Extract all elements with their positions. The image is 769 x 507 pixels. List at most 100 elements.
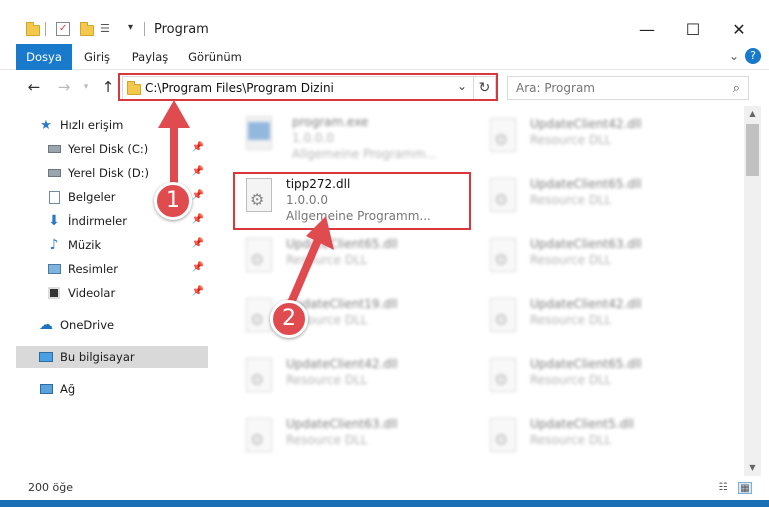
network-icon (38, 382, 54, 396)
sidebar-item-onedrive[interactable]: ☁ OneDrive (38, 314, 208, 336)
address-bar[interactable]: C:\Program Files\Program Dizini ⌄ (122, 76, 474, 100)
gear-icon: ⚙ (494, 250, 509, 269)
tab-giris[interactable]: Giriş (76, 44, 118, 70)
file-name: UpdateClient65.dll (530, 357, 642, 371)
new-folder-icon[interactable] (80, 22, 94, 36)
file-name: UpdateClient63.dll (530, 237, 642, 251)
pin-icon: 📌 (191, 238, 204, 249)
up-button[interactable]: ↑ (98, 77, 118, 97)
file-description: Resource DLL (530, 433, 612, 447)
tiles-view-icon[interactable]: ▦ (738, 482, 752, 494)
help-icon[interactable]: ? (745, 48, 761, 64)
tab-gorunum[interactable]: Görünüm (184, 44, 246, 70)
file-name: UpdateClient42.dll (530, 117, 642, 131)
folder-icon[interactable] (26, 22, 40, 36)
step-badge-1: 1 (154, 182, 192, 220)
maximize-button[interactable]: ☐ (670, 14, 716, 44)
pin-icon: 📌 (191, 286, 204, 297)
gear-icon: ⚙ (494, 130, 509, 149)
ribbon: Dosya Giriş Paylaş Görünüm ⌄ ? (0, 44, 769, 70)
file-item[interactable]: ⚙ UpdateClient63.dll Resource DLL (236, 412, 468, 470)
drive-icon (46, 142, 62, 156)
documents-icon (46, 190, 62, 204)
dll-file-icon: ⚙ (486, 238, 520, 282)
sidebar-item-quick-access[interactable]: ★ Hızlı erişim (38, 114, 208, 136)
file-description: Resource DLL (530, 373, 612, 387)
file-item[interactable]: ⚙ UpdateClient65.dll Resource DLL (480, 172, 712, 230)
address-folder-icon (127, 81, 141, 95)
back-button[interactable]: ← (24, 77, 44, 97)
gear-icon: ⚙ (250, 310, 265, 329)
quick-access-dropdown-icon[interactable]: ▾ (128, 22, 133, 40)
file-item[interactable]: ⚙ UpdateClient65.dll Resource DLL (236, 232, 468, 290)
vertical-scrollbar[interactable]: ▲ ▼ (744, 106, 761, 476)
tab-dosya[interactable]: Dosya (16, 44, 72, 70)
computer-icon (38, 350, 54, 364)
file-description: Resource DLL (530, 133, 612, 147)
navigation-pane: ★ Hızlı erişim Yerel Disk (C:) 📌 Yerel D… (0, 106, 212, 476)
sidebar-item-label: Hızlı erişim (60, 118, 124, 132)
gear-icon: ⚙ (250, 430, 265, 449)
gear-icon: ⚙ (250, 370, 265, 389)
sidebar-item-label: Müzik (68, 238, 102, 252)
file-description: Resource DLL (530, 313, 612, 327)
cloud-icon: ☁ (39, 317, 53, 333)
forward-button[interactable]: → (54, 77, 74, 97)
dll-file-icon: ⚙ (242, 238, 276, 282)
sidebar-item-pictures[interactable]: Resimler 📌 (46, 258, 208, 280)
file-name: UpdateClient42.dll (286, 357, 398, 371)
search-input[interactable] (508, 77, 728, 99)
ribbon-expand-icon[interactable]: ⌄ (729, 49, 739, 63)
pin-icon: 📌 (191, 142, 204, 153)
details-view-icon[interactable]: ☷ (716, 482, 730, 494)
pictures-icon (46, 262, 62, 276)
file-item[interactable]: ⚙ UpdateClient63.dll Resource DLL (480, 232, 712, 290)
recent-dropdown-icon[interactable]: ▾ (76, 77, 96, 97)
file-item[interactable]: ⚙ UpdateClient42.dll Resource DLL (480, 112, 712, 170)
scroll-up-icon[interactable]: ▲ (744, 106, 761, 122)
scroll-thumb[interactable] (746, 124, 759, 176)
address-path: C:\Program Files\Program Dizini (145, 81, 334, 95)
address-dropdown-icon[interactable]: ⌄ (457, 79, 467, 93)
sidebar-item-music[interactable]: ♪ Müzik 📌 (46, 234, 208, 256)
sidebar-item-label: Belgeler (68, 190, 116, 204)
refresh-button[interactable]: ↻ (474, 76, 496, 100)
minimize-button[interactable]: — (624, 14, 670, 44)
title-separator (144, 22, 145, 36)
sidebar-item-this-pc[interactable]: Bu bilgisayar (16, 346, 208, 368)
sidebar-item-network[interactable]: Ağ (38, 378, 208, 400)
customize-icon[interactable]: ☰ (100, 22, 116, 36)
sidebar-item-videos[interactable]: Videolar 📌 (46, 282, 208, 304)
dll-file-icon: ⚙ (242, 178, 276, 222)
taskbar-strip (0, 500, 769, 507)
file-description: Resource DLL (530, 253, 612, 267)
item-count: 200 öğe (28, 481, 73, 494)
file-version: 1.0.0.0 (286, 193, 328, 207)
search-icon[interactable]: ⌕ (733, 81, 740, 96)
file-item[interactable]: ⚙ UpdateClient65.dll Resource DLL (480, 352, 712, 410)
pin-icon: 📌 (191, 262, 204, 273)
dll-file-icon: ⚙ (486, 298, 520, 342)
file-item[interactable]: program.exe 1.0.0.0 Allgemeine Programm.… (236, 110, 468, 168)
file-item[interactable]: ⚙ UpdateClient42.dll Resource DLL (480, 292, 712, 350)
file-item[interactable]: ⚙ UpdateClient5.dll Resource DLL (480, 412, 712, 470)
close-button[interactable]: ✕ (716, 14, 762, 44)
sidebar-item-label: İndirmeler (68, 214, 127, 228)
gear-icon: ⚙ (494, 190, 509, 209)
sidebar-item-local-disk-c[interactable]: Yerel Disk (C:) 📌 (46, 138, 208, 160)
sidebar-item-label: Bu bilgisayar (60, 350, 135, 364)
gear-icon: ⚙ (250, 190, 265, 209)
search-box[interactable]: ⌕ (507, 76, 749, 100)
sidebar-item-local-disk-d[interactable]: Yerel Disk (D:) 📌 (46, 162, 208, 184)
tab-paylas[interactable]: Paylaş (124, 44, 176, 70)
properties-icon[interactable]: ✓ (56, 22, 70, 36)
pin-icon: 📌 (191, 190, 204, 201)
dll-file-icon: ⚙ (486, 418, 520, 462)
exe-file-icon (242, 116, 276, 160)
file-version: 1.0.0.0 (292, 131, 334, 145)
file-item-tipp272[interactable]: ⚙ tipp272.dll 1.0.0.0 Allgemeine Program… (236, 172, 468, 230)
pin-icon: 📌 (191, 214, 204, 225)
scroll-down-icon[interactable]: ▼ (744, 460, 761, 476)
file-item[interactable]: ⚙ UpdateClient42.dll Resource DLL (236, 352, 468, 410)
sidebar-item-label: Ağ (60, 382, 76, 396)
